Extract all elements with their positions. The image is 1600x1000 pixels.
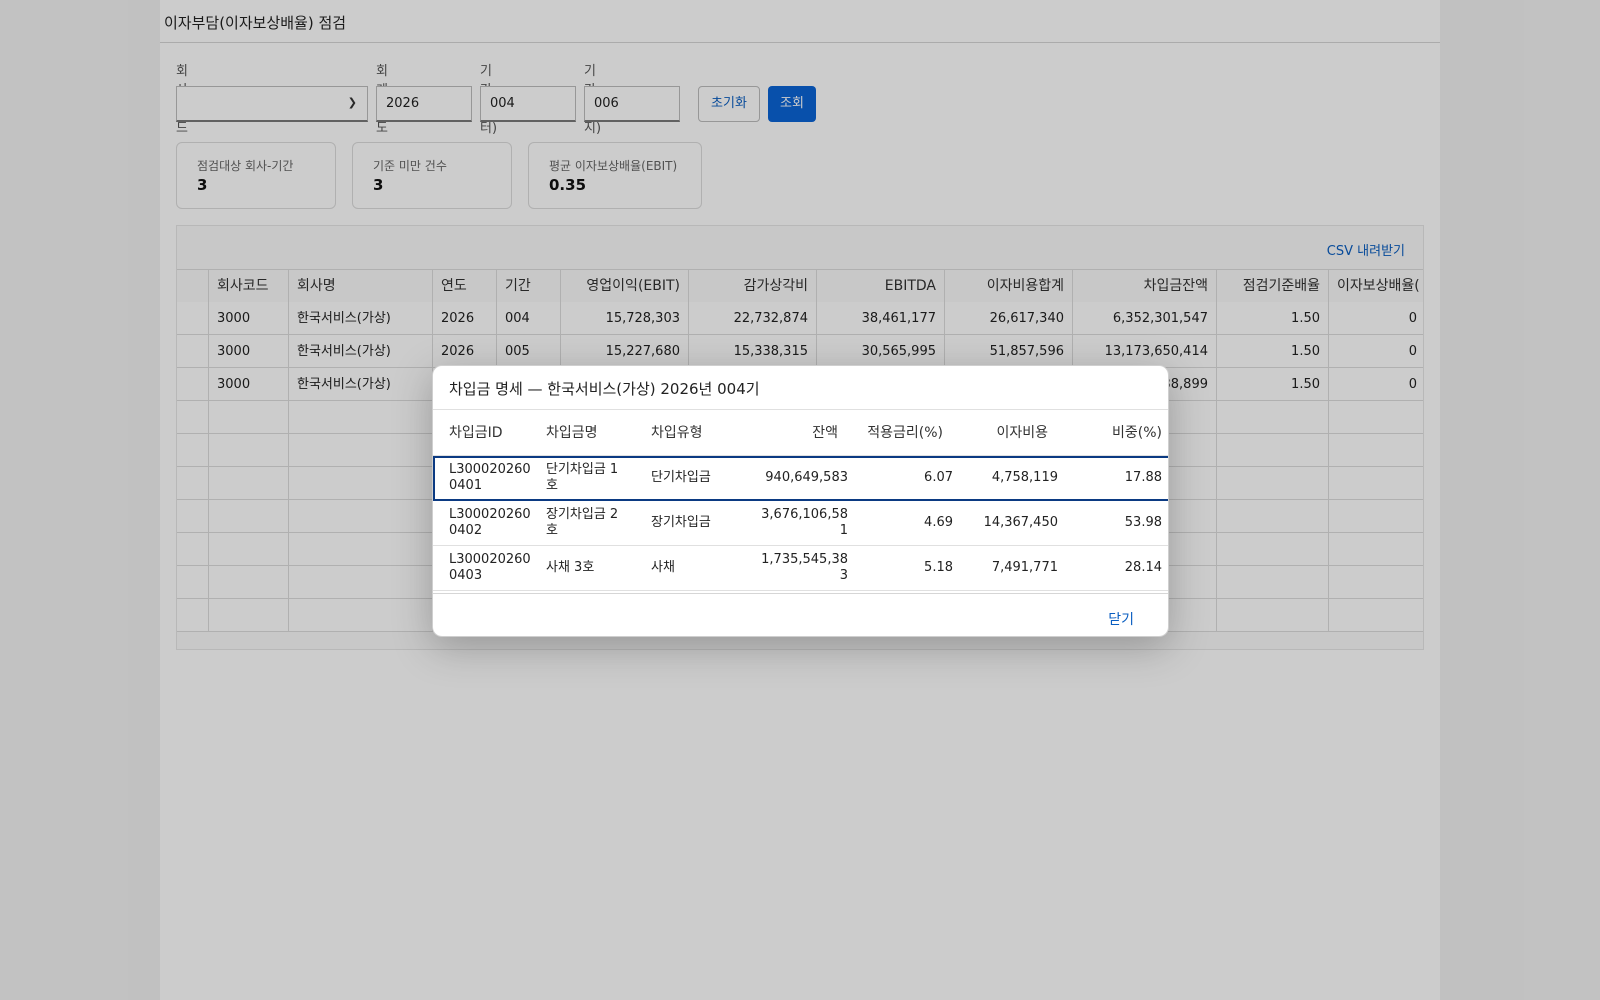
column-header: 차입금ID bbox=[449, 425, 503, 441]
loan-row[interactable]: L300020260 0403 사채 3호 사채 1,735,545,38 3 5.… bbox=[433, 546, 1168, 591]
loan-rate: 4.69 bbox=[924, 515, 953, 530]
modal-footer: 닫기 bbox=[433, 593, 1168, 636]
close-button[interactable]: 닫기 bbox=[1108, 609, 1134, 629]
loan-balance: 940,649,583 bbox=[765, 470, 848, 485]
modal-title: 차입금 명세 — 한국서비스(가상) 2026년 004기 bbox=[433, 366, 1168, 410]
loan-detail-modal: 차입금 명세 — 한국서비스(가상) 2026년 004기 차입금ID 차입금명… bbox=[432, 365, 1169, 637]
loan-row[interactable]: L300020260 0402 장기차입금 2호 장기차입금 3,676,106,… bbox=[433, 501, 1168, 546]
loan-interest: 7,491,771 bbox=[991, 560, 1058, 575]
column-header: 잔액 bbox=[812, 425, 838, 441]
loan-interest: 14,367,450 bbox=[983, 515, 1058, 530]
loan-id: L300020260 0401 bbox=[449, 462, 531, 493]
loan-name: 단기차입금 1호 bbox=[546, 462, 619, 493]
loan-id: L300020260 0403 bbox=[449, 552, 531, 583]
column-header: 비중(%) bbox=[1112, 425, 1162, 441]
loan-type: 장기차입금 bbox=[651, 515, 711, 530]
loan-row-selected[interactable]: L300020260 0401 단기차입금 1호 단기차입금 940,649,58… bbox=[433, 456, 1168, 501]
loan-rate: 6.07 bbox=[924, 470, 953, 485]
loan-balance: 1,735,545,38 3 bbox=[761, 552, 848, 583]
loan-header-row: 차입금ID 차입금명 차입유형 잔액 적용금리(%) 이자비용 비중(%) bbox=[433, 411, 1168, 456]
loan-id: L300020260 0402 bbox=[449, 507, 531, 538]
loan-name: 장기차입금 2호 bbox=[546, 507, 619, 538]
column-header: 이자비용 bbox=[996, 425, 1048, 441]
column-header: 차입금명 bbox=[546, 425, 598, 441]
column-header: 차입유형 bbox=[651, 425, 703, 441]
loan-share: 28.14 bbox=[1124, 560, 1162, 575]
loan-name: 사채 3호 bbox=[546, 560, 595, 575]
loan-type: 사채 bbox=[651, 560, 675, 575]
loan-interest: 4,758,119 bbox=[991, 470, 1058, 485]
column-header: 적용금리(%) bbox=[867, 425, 943, 441]
loan-type: 단기차입금 bbox=[651, 470, 711, 485]
loan-balance: 3,676,106,58 1 bbox=[761, 507, 848, 538]
loan-share: 17.88 bbox=[1124, 470, 1162, 485]
loan-rate: 5.18 bbox=[924, 560, 953, 575]
loan-share: 53.98 bbox=[1124, 515, 1162, 530]
